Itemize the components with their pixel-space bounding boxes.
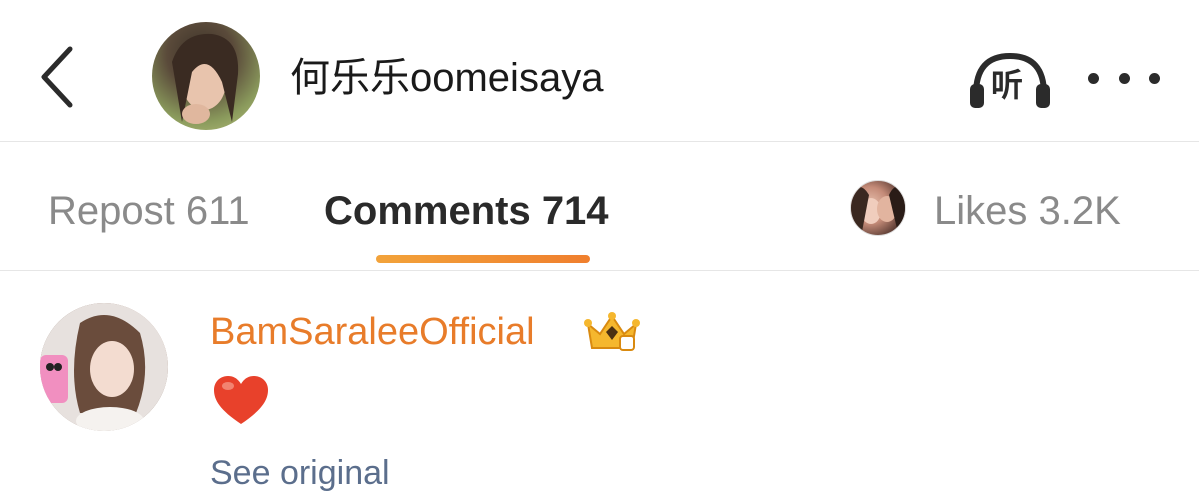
more-dot-icon [1118,72,1130,84]
weibo-post-detail: 何乐乐oomeisaya 听 Repost 611 Comments 714 L… [0,0,1199,500]
author-avatar-image [172,33,239,124]
back-button[interactable] [28,42,84,112]
top-bar: 何乐乐oomeisaya 听 [0,0,1199,142]
tab-comments[interactable]: Comments 714 [324,183,609,239]
more-button[interactable] [1088,64,1160,92]
commenter-username[interactable]: BamSaraleeOfficial [210,308,535,356]
more-dot-icon [1149,72,1160,84]
likes-avatar-image [851,186,905,235]
listen-label: 听 [991,67,1024,103]
crown-badge-icon [584,310,640,354]
author-avatar[interactable] [152,22,260,130]
author-name[interactable]: 何乐乐oomeisaya [290,52,603,104]
likes-preview-avatar [850,180,906,236]
active-tab-indicator [376,255,590,263]
commenter-avatar-image [40,303,168,431]
listen-button[interactable]: 听 [966,50,1054,110]
commenter-avatar[interactable] [40,303,168,431]
more-dot-icon [1088,72,1099,84]
tab-likes[interactable]: Likes 3.2K [934,183,1121,239]
tab-bar: Repost 611 Comments 714 Likes 3.2K [0,143,1199,271]
tab-repost[interactable]: Repost 611 [48,183,250,239]
heart-emoji-icon [212,374,270,426]
chevron-left-icon [41,46,73,108]
see-original-link[interactable]: See original [210,450,390,496]
